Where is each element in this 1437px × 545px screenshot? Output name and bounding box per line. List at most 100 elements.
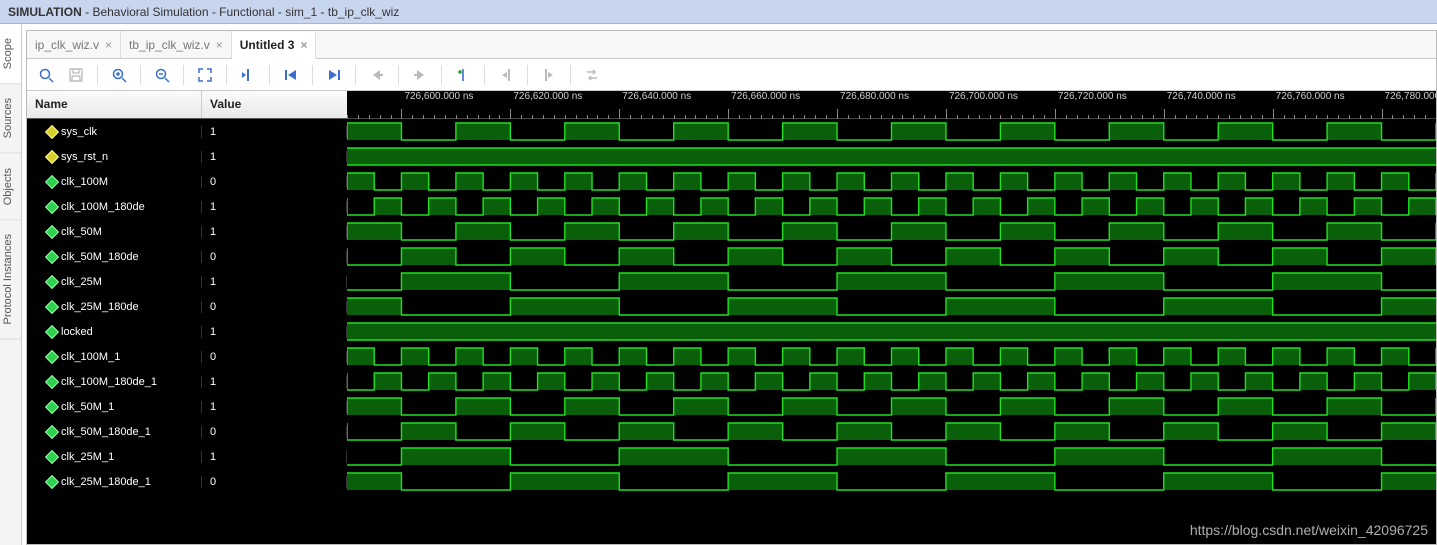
signal-name: clk_50M_180de (61, 251, 139, 263)
side-tab-objects[interactable]: Objects (0, 154, 21, 220)
signal-row[interactable]: clk_25M_180de0 (27, 294, 347, 319)
wave-row[interactable] (347, 394, 1436, 419)
signal-value: 1 (202, 401, 347, 413)
signal-row[interactable]: clk_100M_180de_11 (27, 369, 347, 394)
signal-row[interactable]: clk_25M_180de_10 (27, 469, 347, 494)
signal-row[interactable]: clk_25M1 (27, 269, 347, 294)
col-name[interactable]: Name (27, 91, 202, 118)
signal-value: 0 (202, 176, 347, 188)
separator (312, 65, 313, 85)
wave-row[interactable] (347, 469, 1436, 494)
signal-row[interactable]: clk_50M_1 1 (27, 394, 347, 419)
signal-value: 1 (202, 451, 347, 463)
wave-row[interactable] (347, 344, 1436, 369)
next-marker-icon (538, 64, 560, 86)
tick-label: 726,680.000 ns (840, 91, 909, 102)
zoom-out-icon[interactable] (151, 64, 173, 86)
separator (97, 65, 98, 85)
signal-name: sys_clk (61, 126, 97, 138)
wave-row[interactable] (347, 244, 1436, 269)
toolbar (27, 59, 1436, 91)
wave-row[interactable] (347, 219, 1436, 244)
zoom-fit-icon[interactable] (194, 64, 216, 86)
signal-value: 0 (202, 251, 347, 263)
signal-icon (45, 399, 59, 413)
prev-marker-icon (495, 64, 517, 86)
tick-label: 726,660.000 ns (731, 91, 800, 102)
tick-label: 726,600.000 ns (404, 91, 473, 102)
close-icon[interactable]: × (105, 38, 112, 52)
signal-icon (45, 149, 59, 163)
file-tab-0[interactable]: ip_clk_wiz.v × (27, 31, 121, 58)
tick-label: 726,700.000 ns (949, 91, 1018, 102)
signal-row[interactable]: clk_100M_10 (27, 344, 347, 369)
signal-name: locked (61, 326, 93, 338)
wave-row[interactable] (347, 444, 1436, 469)
signal-icon (45, 174, 59, 188)
close-icon[interactable]: × (216, 38, 223, 52)
file-tab-1[interactable]: tb_ip_clk_wiz.v× (121, 31, 232, 58)
signal-icon (45, 249, 59, 263)
file-tab-label: Untitled 3 (240, 38, 295, 52)
signal-row[interactable]: clk_100M_180de 1 (27, 194, 347, 219)
go-to-cursor-icon[interactable] (237, 64, 259, 86)
last-edge-icon[interactable] (323, 64, 345, 86)
side-tab-scope[interactable]: Scope (0, 24, 21, 84)
separator (570, 65, 571, 85)
title-bar: SIMULATION - Behavioral Simulation - Fun… (0, 0, 1437, 24)
file-tabs: ip_clk_wiz.v×tb_ip_clk_wiz.v×Untitled 3× (27, 31, 1436, 59)
wave-row[interactable] (347, 369, 1436, 394)
signal-row[interactable]: locked 1 (27, 319, 347, 344)
signal-value: 0 (202, 351, 347, 363)
title-rest: - Behavioral Simulation - Functional - s… (82, 5, 399, 19)
tick-label: 726,740.000 ns (1167, 91, 1236, 102)
wave-row[interactable] (347, 169, 1436, 194)
watermark: https://blog.csdn.net/weixin_42096725 (1190, 522, 1428, 538)
wave-row[interactable] (347, 119, 1436, 144)
side-tab-protocol-instances[interactable]: Protocol Instances (0, 220, 21, 340)
signal-value: 1 (202, 326, 347, 338)
signal-value: 0 (202, 301, 347, 313)
signal-icon (45, 474, 59, 488)
separator (269, 65, 270, 85)
zoom-in-icon[interactable] (108, 64, 130, 86)
col-value[interactable]: Value (202, 91, 347, 118)
signal-row[interactable]: clk_100M 0 (27, 169, 347, 194)
wave-row[interactable] (347, 144, 1436, 169)
tick-label: 726,640.000 ns (622, 91, 691, 102)
wave-row[interactable] (347, 294, 1436, 319)
signal-name: clk_50M_1 (61, 401, 114, 413)
separator (398, 65, 399, 85)
waveform-viewer[interactable]: 726,600.000 ns 726,620.000 ns 726,640.000 … (347, 91, 1436, 544)
wave-row[interactable] (347, 419, 1436, 444)
side-tab-sources[interactable]: Sources (0, 84, 21, 153)
time-ruler[interactable]: 726,600.000 ns 726,620.000 ns 726,640.000 … (347, 91, 1436, 119)
signal-name: clk_100M_180de_1 (61, 376, 157, 388)
first-edge-icon[interactable] (280, 64, 302, 86)
signal-row[interactable]: clk_50M1 (27, 219, 347, 244)
signal-row[interactable]: clk_50M_180de 0 (27, 244, 347, 269)
signal-value: 1 (202, 201, 347, 213)
file-tab-2[interactable]: Untitled 3 × (232, 32, 317, 59)
file-tab-label: ip_clk_wiz.v (35, 38, 99, 52)
separator (140, 65, 141, 85)
signal-row[interactable]: sys_rst_n1 (27, 144, 347, 169)
signal-name: clk_100M (61, 176, 108, 188)
close-icon[interactable]: × (300, 38, 307, 52)
add-marker-icon[interactable] (452, 64, 474, 86)
signal-icon (45, 199, 59, 213)
signal-header: Name Value (27, 91, 347, 119)
signal-icon (45, 449, 59, 463)
search-icon[interactable] (35, 64, 57, 86)
wave-row[interactable] (347, 269, 1436, 294)
signal-row[interactable]: sys_clk1 (27, 119, 347, 144)
signal-name: clk_50M (61, 226, 102, 238)
signal-icon (45, 274, 59, 288)
wave-row[interactable] (347, 194, 1436, 219)
tick-label: 726,620.000 ns (513, 91, 582, 102)
signal-row[interactable]: clk_50M_180de_10 (27, 419, 347, 444)
wave-row[interactable] (347, 319, 1436, 344)
separator (183, 65, 184, 85)
signal-row[interactable]: clk_25M_11 (27, 444, 347, 469)
signal-name: clk_100M_180de (61, 201, 145, 213)
